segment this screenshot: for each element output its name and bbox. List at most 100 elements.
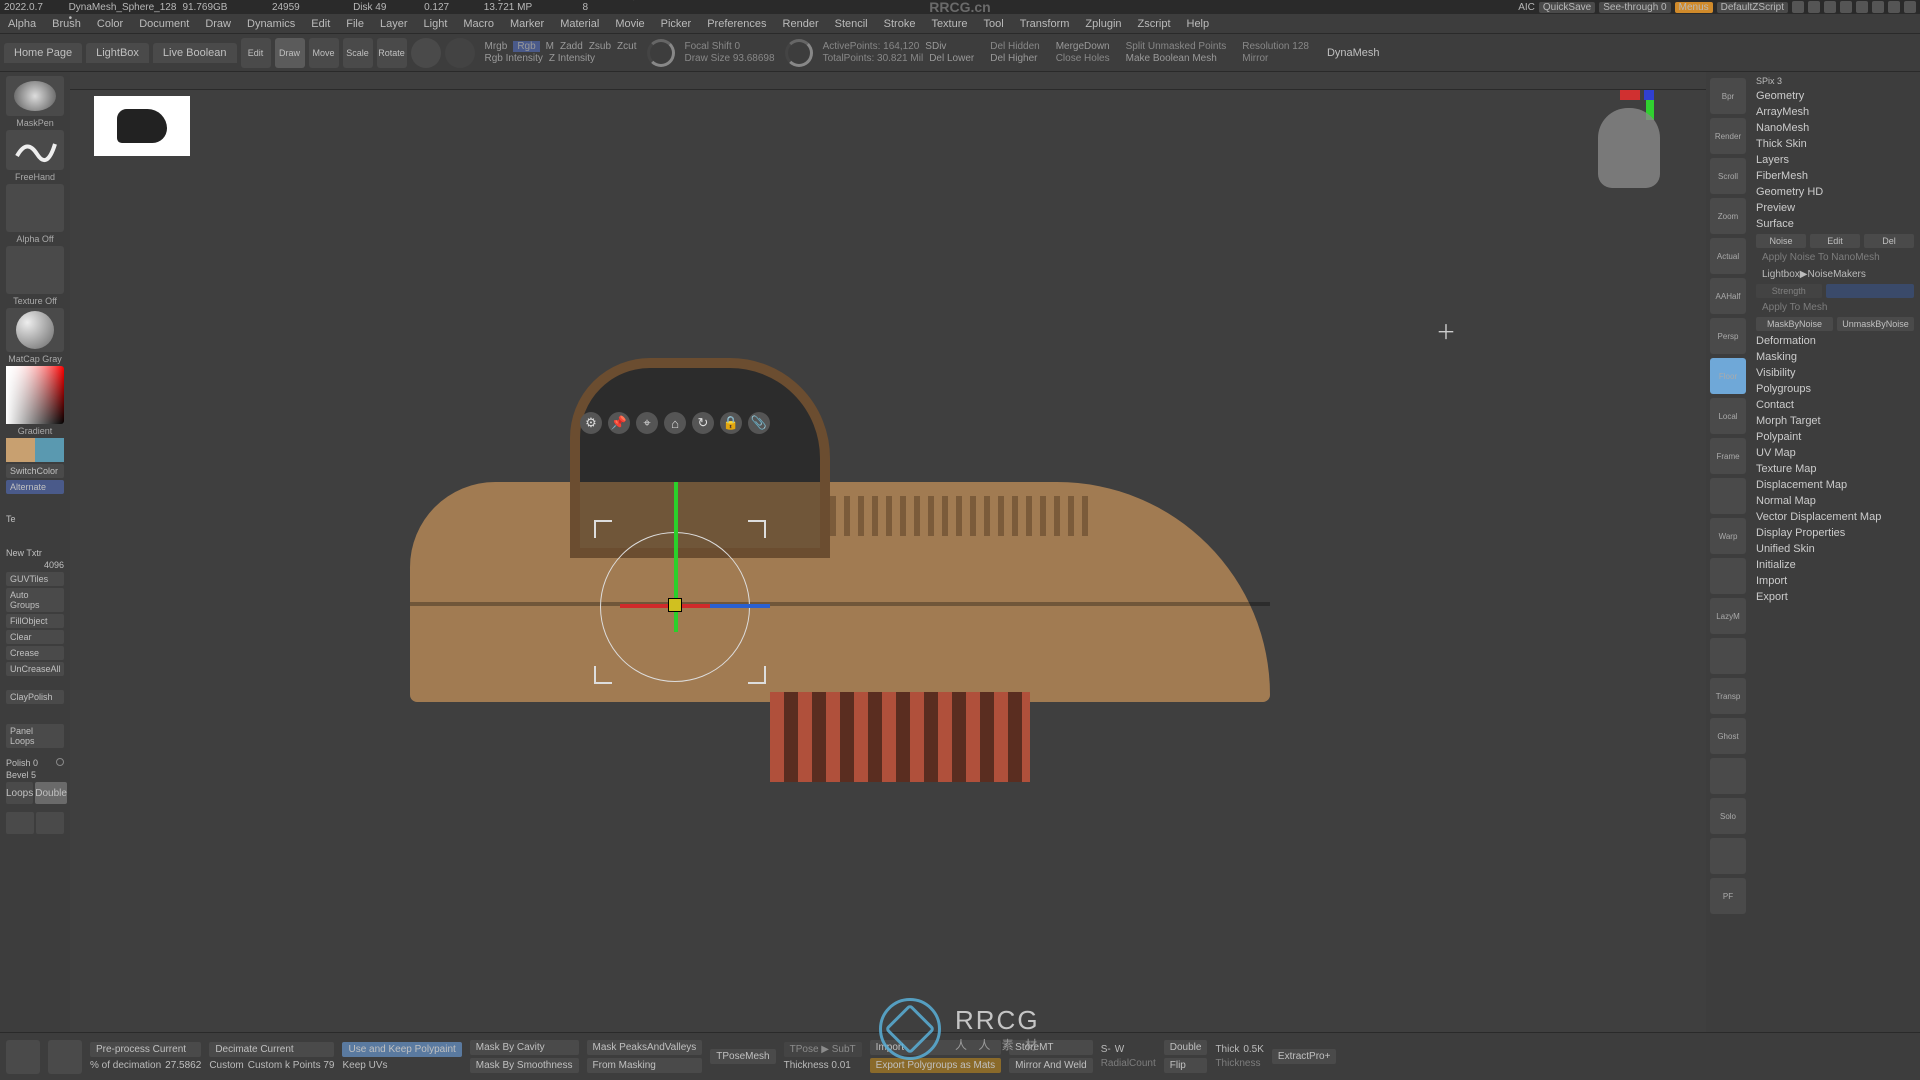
menu-texture[interactable]: Texture (923, 18, 975, 30)
menus-toggle[interactable]: Menus (1675, 2, 1713, 13)
autogroups-button[interactable]: Auto Groups (6, 588, 64, 612)
mirror-and-weld[interactable]: Mirror And Weld (1009, 1058, 1093, 1073)
menu-movie[interactable]: Movie (607, 18, 652, 30)
reference-thumbnail[interactable] (94, 96, 190, 156)
custom-k-points[interactable]: Custom k Points 79 (248, 1060, 335, 1071)
section-displacement-map[interactable]: Displacement Map (1756, 477, 1914, 493)
w-label[interactable]: W (1115, 1044, 1124, 1055)
lightbox-noisemakers[interactable]: Lightbox▶NoiseMakers (1756, 267, 1914, 282)
export-polygroups-button[interactable]: Export Polygroups as Mats (870, 1058, 1002, 1073)
menu-stencil[interactable]: Stencil (827, 18, 876, 30)
shelf-icon-actual[interactable]: Actual (1710, 238, 1746, 274)
mask-by-cavity[interactable]: Mask By Cavity (470, 1040, 579, 1055)
mask-peaks-valleys[interactable]: Mask PeaksAndValleys (587, 1040, 703, 1055)
shelf-icon-render[interactable]: Render (1710, 118, 1746, 154)
shelf-icon-persp[interactable]: Persp (1710, 318, 1746, 354)
mode-rotate[interactable]: Rotate (377, 38, 407, 68)
window-icon-3[interactable] (1824, 1, 1836, 13)
window-icon-5[interactable] (1856, 1, 1868, 13)
material-thumb[interactable] (6, 308, 64, 352)
bevel-slider[interactable]: Bevel 5 (6, 770, 36, 780)
menu-edit[interactable]: Edit (303, 18, 338, 30)
gear-icon[interactable]: ⚙ (580, 412, 602, 434)
fillobject-button[interactable]: FillObject (6, 614, 64, 628)
reset-icon[interactable]: ↻ (692, 412, 714, 434)
shelf-icon-slot17[interactable] (1710, 758, 1746, 794)
strength-value[interactable] (1826, 284, 1915, 298)
tpose-subt[interactable]: TPose ▶ SubT (784, 1042, 862, 1057)
section-visibility[interactable]: Visibility (1756, 365, 1914, 381)
preprocess-button[interactable]: Pre-process Current (90, 1042, 201, 1057)
left-extra-button-2[interactable] (36, 812, 64, 834)
shelf-icon-pf[interactable]: PF (1710, 878, 1746, 914)
polish-dot-icon[interactable] (56, 758, 64, 766)
menu-material[interactable]: Material (552, 18, 607, 30)
zcut-button[interactable]: Zcut (617, 41, 636, 52)
tab-home[interactable]: Home Page (4, 43, 82, 63)
switchcolor-button[interactable]: SwitchColor (6, 464, 64, 478)
section-surface[interactable]: Surface (1756, 216, 1914, 232)
from-masking[interactable]: From Masking (587, 1058, 703, 1073)
mask-by-noise[interactable]: MaskByNoise (1756, 317, 1833, 331)
section-deformation[interactable]: Deformation (1756, 333, 1914, 349)
z-intensity[interactable]: Z Intensity (549, 53, 595, 64)
menu-draw[interactable]: Draw (197, 18, 239, 30)
shelf-icon-bpr[interactable]: Bpr (1710, 78, 1746, 114)
shelf-icon-slot19[interactable] (1710, 838, 1746, 874)
bottom-icon-1[interactable] (6, 1040, 40, 1074)
mergedown[interactable]: MergeDown (1056, 41, 1110, 52)
close-icon[interactable] (1904, 1, 1916, 13)
mode-draw[interactable]: Draw (275, 38, 305, 68)
new-txtr-button[interactable]: New Txtr (6, 548, 42, 558)
thickness-slider-2[interactable]: Thickness 0.01 (784, 1060, 862, 1071)
section-nanomesh[interactable]: NanoMesh (1756, 120, 1914, 136)
section-initialize[interactable]: Initialize (1756, 557, 1914, 573)
noise-button[interactable]: Noise (1756, 234, 1806, 248)
alpha-thumb[interactable] (6, 184, 64, 232)
strength-slider[interactable]: Strength (1756, 284, 1822, 298)
quicksave-button[interactable]: QuickSave (1539, 2, 1595, 13)
mode-move[interactable]: Move (309, 38, 339, 68)
menu-transform[interactable]: Transform (1012, 18, 1078, 30)
resolution-slider[interactable]: Resolution 128 (1242, 41, 1309, 52)
secondary-color-swatch[interactable] (35, 438, 64, 462)
s-minus[interactable]: S- (1101, 1044, 1111, 1055)
section-thick-skin[interactable]: Thick Skin (1756, 136, 1914, 152)
uncrease-button[interactable]: UnCreaseAll (6, 662, 64, 676)
shelf-icon-lazym[interactable]: LazyM (1710, 598, 1746, 634)
panelloops-button[interactable]: Panel Loops (6, 724, 64, 748)
tab-liveboolean[interactable]: Live Boolean (153, 43, 237, 63)
claypolish-button[interactable]: ClayPolish (6, 690, 64, 704)
del-hidden[interactable]: Del Hidden (990, 41, 1039, 52)
lock-icon[interactable]: 🔒 (720, 412, 742, 434)
mode-scale[interactable]: Scale (343, 38, 373, 68)
section-export[interactable]: Export (1756, 589, 1914, 605)
noise-edit-button[interactable]: Edit (1810, 234, 1860, 248)
import-button[interactable]: Import (870, 1040, 1002, 1055)
mrgb-button[interactable]: Mrgb (485, 41, 508, 52)
guvtiles-button[interactable]: GUVTiles (6, 572, 64, 586)
gizmo-toggle[interactable] (411, 38, 441, 68)
window-icon-4[interactable] (1840, 1, 1852, 13)
apply-to-mesh[interactable]: Apply To Mesh (1756, 300, 1914, 315)
menu-render[interactable]: Render (775, 18, 827, 30)
section-geometry[interactable]: Geometry (1756, 88, 1914, 104)
menu-help[interactable]: Help (1179, 18, 1218, 30)
shelf-icon-transp[interactable]: Transp (1710, 678, 1746, 714)
thick-value[interactable]: 0.5K (1243, 1044, 1264, 1055)
shelf-icon-scroll[interactable]: Scroll (1710, 158, 1746, 194)
double-toggle[interactable]: Double (1164, 1040, 1208, 1055)
draw-size[interactable]: Draw Size 93.68698 (685, 53, 775, 64)
shelf-icon-solo[interactable]: Solo (1710, 798, 1746, 834)
menu-preferences[interactable]: Preferences (699, 18, 774, 30)
menu-file[interactable]: File (338, 18, 372, 30)
decimate-button[interactable]: Decimate Current (209, 1042, 334, 1057)
minimize-icon[interactable] (1872, 1, 1884, 13)
make-boolean[interactable]: Make Boolean Mesh (1126, 53, 1227, 64)
clear-button[interactable]: Clear (6, 630, 64, 644)
polish-slider[interactable]: Polish 0 (6, 758, 38, 768)
section-texture-map[interactable]: Texture Map (1756, 461, 1914, 477)
radial-count[interactable]: RadialCount (1101, 1058, 1156, 1069)
spix-slider[interactable]: SPix 3 (1756, 76, 1782, 86)
menu-marker[interactable]: Marker (502, 18, 552, 30)
